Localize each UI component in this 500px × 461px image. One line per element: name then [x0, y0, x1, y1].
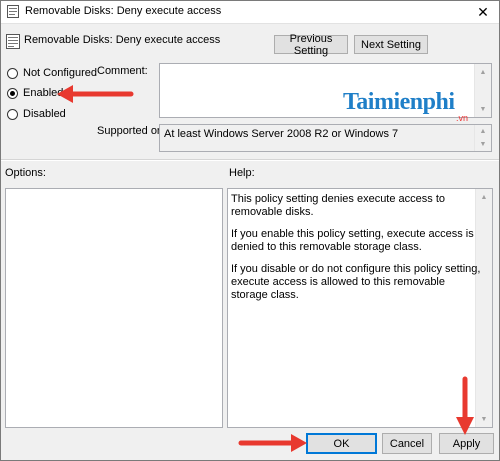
- radio-button-checked[interactable]: [7, 87, 18, 99]
- radio-not-configured[interactable]: Not Configured: [7, 67, 97, 79]
- supported-label: Supported on:: [97, 125, 167, 137]
- setting-title: Removable Disks: Deny execute access: [24, 34, 221, 46]
- supported-scrollbar[interactable]: ▲ ▼: [474, 125, 491, 151]
- close-icon: ✕: [477, 3, 489, 20]
- scroll-up-icon[interactable]: ▲: [475, 125, 491, 138]
- help-paragraph: This policy setting denies execute acces…: [231, 193, 446, 218]
- title-bar[interactable]: Removable Disks: Deny execute access ✕: [1, 1, 499, 24]
- options-panel[interactable]: [5, 188, 223, 428]
- cancel-button[interactable]: Cancel: [382, 433, 432, 454]
- radio-label: Disabled: [23, 108, 66, 120]
- scroll-down-icon[interactable]: ▼: [475, 101, 491, 117]
- window-title: Removable Disks: Deny execute access: [25, 5, 222, 17]
- scroll-down-icon[interactable]: ▼: [476, 411, 492, 427]
- next-setting-button[interactable]: Next Setting: [354, 35, 428, 54]
- scroll-down-icon[interactable]: ▼: [475, 138, 491, 151]
- arrow-annotation-ok: [238, 434, 307, 452]
- policy-icon: [7, 5, 19, 18]
- help-label: Help:: [229, 167, 255, 179]
- supported-field: At least Windows Server 2008 R2 or Windo…: [159, 124, 492, 152]
- previous-setting-button[interactable]: Previous Setting: [274, 33, 348, 57]
- policy-dialog: Removable Disks: Deny execute access ✕ R…: [0, 0, 500, 461]
- help-paragraph: If you enable this policy setting, execu…: [231, 228, 474, 253]
- radio-button[interactable]: [7, 108, 18, 120]
- options-label: Options:: [5, 167, 46, 179]
- close-button[interactable]: ✕: [467, 1, 499, 23]
- ok-button[interactable]: OK: [306, 433, 377, 454]
- help-text: This policy setting denies execute acces…: [231, 193, 481, 311]
- supported-value: At least Windows Server 2008 R2 or Windo…: [164, 128, 399, 140]
- watermark-logo: Taimienphi: [343, 89, 455, 115]
- arrow-annotation-enabled: [57, 85, 134, 103]
- comment-scrollbar[interactable]: ▲ ▼: [474, 64, 491, 117]
- setting-icon: [6, 34, 20, 49]
- radio-label: Not Configured: [23, 67, 97, 79]
- radio-button[interactable]: [7, 67, 18, 79]
- scroll-up-icon[interactable]: ▲: [475, 64, 491, 80]
- comment-label: Comment:: [97, 65, 148, 77]
- divider: [1, 159, 499, 161]
- help-paragraph: If you disable or do not configure this …: [231, 263, 481, 301]
- watermark-suffix: .vn: [456, 113, 469, 123]
- arrow-annotation-apply: [456, 376, 474, 435]
- radio-disabled[interactable]: Disabled: [7, 108, 66, 120]
